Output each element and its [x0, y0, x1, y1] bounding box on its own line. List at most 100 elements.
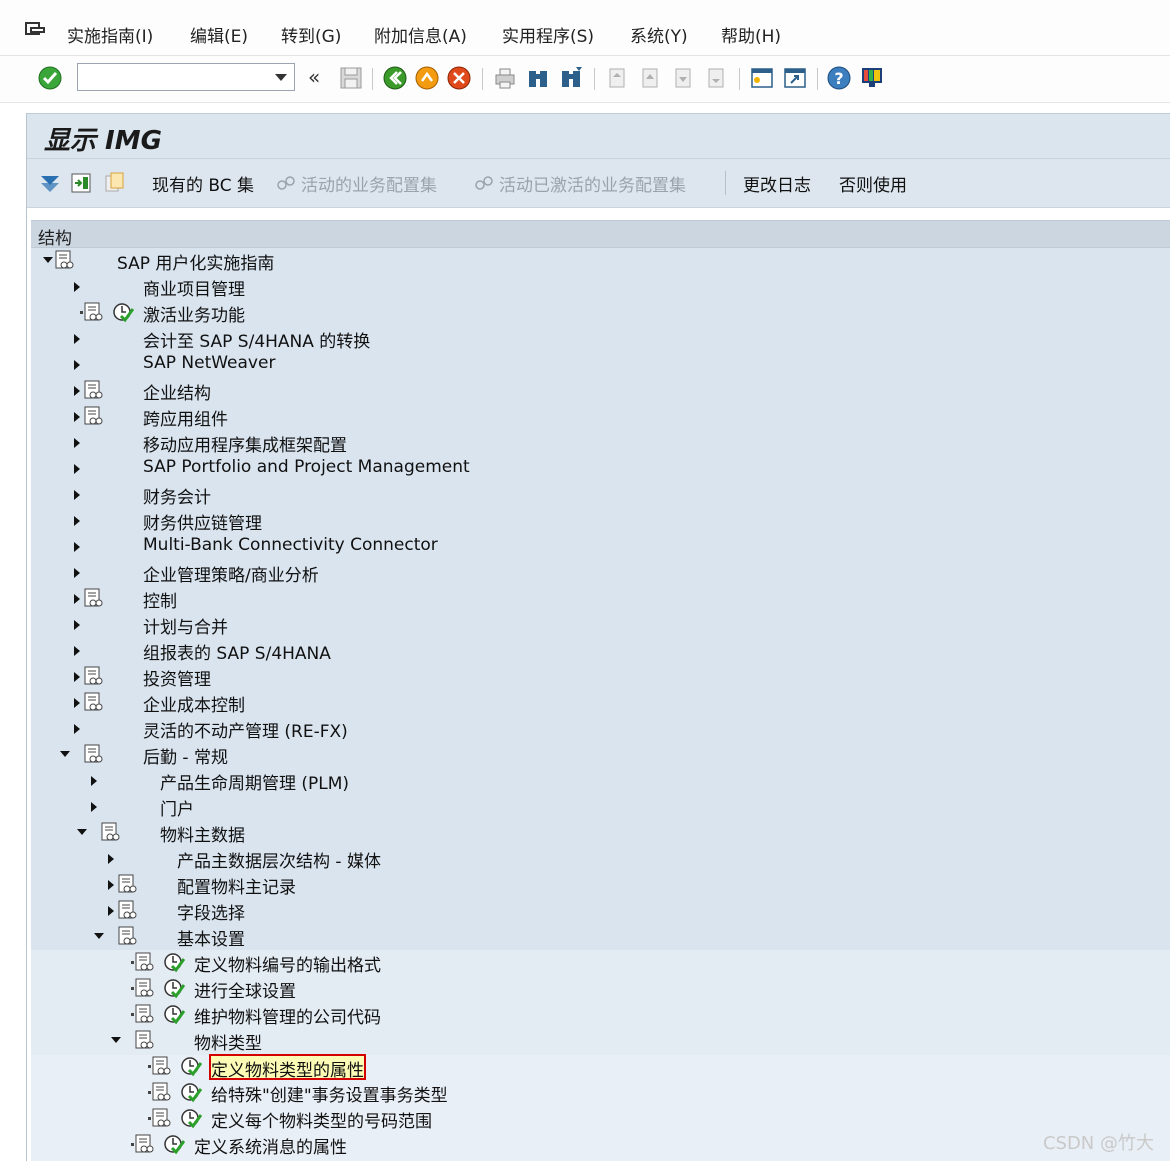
- tree-node[interactable]: Multi-Bank Connectivity Connector: [31, 533, 1170, 559]
- find-icon[interactable]: [525, 65, 551, 91]
- tree-node[interactable]: 会计至 SAP S/4HANA 的转换: [31, 325, 1170, 352]
- documentation-icon[interactable]: [152, 1056, 172, 1077]
- tree-node[interactable]: 计划与合并: [31, 611, 1170, 638]
- expand-node-icon[interactable]: [91, 802, 97, 812]
- expand-node-icon[interactable]: [74, 334, 80, 344]
- expand-node-icon[interactable]: [74, 594, 80, 604]
- help-icon[interactable]: ?: [826, 65, 852, 91]
- expand-node-icon[interactable]: [74, 542, 80, 552]
- tree-node[interactable]: 定义每个物料类型的号码范围: [31, 1105, 1170, 1132]
- back-icon[interactable]: [382, 65, 408, 91]
- tree-node[interactable]: 跨应用组件: [31, 403, 1170, 430]
- documentation-icon[interactable]: [84, 666, 104, 687]
- collapse-node-icon[interactable]: [60, 751, 70, 757]
- exit-icon[interactable]: [414, 65, 440, 91]
- expand-node-icon[interactable]: [74, 724, 80, 734]
- print-icon[interactable]: [492, 65, 518, 91]
- expand-node-icon[interactable]: [74, 464, 80, 474]
- execute-activity-icon[interactable]: [163, 1133, 186, 1155]
- expand-node-icon[interactable]: [108, 880, 114, 890]
- documentation-icon[interactable]: [152, 1108, 172, 1129]
- documentation-icon[interactable]: [135, 1030, 155, 1051]
- expand-node-icon[interactable]: [74, 568, 80, 578]
- documentation-icon[interactable]: [84, 406, 104, 427]
- tree-node[interactable]: 商业项目管理: [31, 273, 1170, 300]
- tree-node[interactable]: 维护物料管理的公司代码: [31, 1001, 1170, 1028]
- chevron-down-icon[interactable]: [275, 74, 287, 81]
- expand-node-icon[interactable]: [74, 282, 80, 292]
- enter-check-icon[interactable]: [37, 65, 63, 91]
- expand-node-icon[interactable]: [74, 516, 80, 526]
- change-log-button[interactable]: 更改日志: [743, 171, 811, 196]
- menu-extras[interactable]: 附加信息(A): [374, 22, 467, 47]
- collapse-node-icon[interactable]: [77, 829, 87, 835]
- tree-node[interactable]: SAP NetWeaver: [31, 351, 1170, 377]
- new-session-icon[interactable]: [749, 65, 775, 91]
- tree-node[interactable]: 定义系统消息的属性: [31, 1131, 1170, 1158]
- tree-node[interactable]: 物料主数据: [31, 819, 1170, 846]
- active-bc-sets-button[interactable]: 活动的业务配置集: [301, 171, 437, 196]
- documentation-icon[interactable]: [135, 952, 155, 973]
- save-icon[interactable]: [338, 65, 364, 91]
- find-next-icon[interactable]: [558, 65, 584, 91]
- last-page-icon[interactable]: [703, 65, 729, 91]
- execute-activity-icon[interactable]: [180, 1107, 203, 1129]
- expand-node-icon[interactable]: [74, 490, 80, 500]
- execute-activity-icon[interactable]: [163, 1003, 186, 1025]
- execute-activity-icon[interactable]: [180, 1055, 203, 1077]
- execute-activity-icon[interactable]: [163, 977, 186, 999]
- documentation-icon[interactable]: [55, 250, 75, 271]
- first-page-icon[interactable]: [604, 65, 630, 91]
- expand-node-icon[interactable]: [74, 386, 80, 396]
- expand-node-icon[interactable]: [74, 646, 80, 656]
- tree-node[interactable]: 投资管理: [31, 663, 1170, 690]
- selected-node-box[interactable]: 定义物料类型的属性: [209, 1054, 366, 1081]
- tree-node[interactable]: 进行全球设置: [31, 975, 1170, 1002]
- documentation-icon[interactable]: [84, 302, 104, 323]
- tree-node[interactable]: 物料类型: [31, 1027, 1170, 1054]
- documentation-icon[interactable]: [84, 692, 104, 713]
- active-activated-bc-sets-button[interactable]: 活动已激活的业务配置集: [499, 171, 686, 196]
- collapse-node-icon[interactable]: [43, 257, 53, 263]
- expand-node-icon[interactable]: [91, 776, 97, 786]
- menu-implementation-guide[interactable]: 实施指南(I): [67, 22, 153, 47]
- execute-activity-icon[interactable]: [180, 1081, 203, 1103]
- documentation-icon[interactable]: [152, 1082, 172, 1103]
- collapse-node-icon[interactable]: [111, 1037, 121, 1043]
- tree-node[interactable]: SAP Portfolio and Project Management: [31, 455, 1170, 481]
- expand-subtree-icon[interactable]: [38, 171, 62, 195]
- expand-node-icon[interactable]: [108, 906, 114, 916]
- execute-activity-icon[interactable]: [112, 301, 135, 323]
- tree-node[interactable]: 控制: [31, 585, 1170, 612]
- documentation-icon[interactable]: [69, 171, 93, 195]
- copy-structure-icon[interactable]: [102, 171, 126, 195]
- documentation-icon[interactable]: [135, 1134, 155, 1155]
- collapse-command-icon[interactable]: «: [308, 65, 320, 89]
- menu-goto[interactable]: 转到(G): [281, 22, 341, 47]
- documentation-icon[interactable]: [84, 744, 104, 765]
- cancel-icon[interactable]: [446, 65, 472, 91]
- expand-node-icon[interactable]: [74, 438, 80, 448]
- tree-node[interactable]: 定义物料类型的属性: [31, 1053, 1170, 1081]
- tree-node[interactable]: 激活业务功能: [31, 299, 1170, 326]
- tree-node[interactable]: SAP 用户化实施指南: [31, 247, 1170, 274]
- menu-system[interactable]: 系统(Y): [630, 22, 688, 47]
- menu-utilities[interactable]: 实用程序(S): [502, 22, 594, 47]
- command-field[interactable]: [77, 63, 295, 91]
- tree-node[interactable]: 组报表的 SAP S/4HANA: [31, 637, 1170, 664]
- tree-node[interactable]: 定义物料编号的输出格式: [31, 949, 1170, 976]
- menu-edit[interactable]: 编辑(E): [190, 22, 248, 47]
- tree-node[interactable]: 后勤 - 常规: [31, 741, 1170, 768]
- generate-shortcut-icon[interactable]: [782, 65, 808, 91]
- current-bc-set-button[interactable]: 现有的 BC 集: [152, 171, 254, 196]
- system-menu-icon[interactable]: [25, 22, 45, 40]
- tree-node[interactable]: 移动应用程序集成框架配置: [31, 429, 1170, 456]
- expand-node-icon[interactable]: [74, 412, 80, 422]
- tree-node[interactable]: 给特殊"创建"事务设置事务类型: [31, 1079, 1170, 1106]
- previous-page-icon[interactable]: [637, 65, 663, 91]
- tree-node[interactable]: 财务供应链管理: [31, 507, 1170, 534]
- expand-node-icon[interactable]: [108, 854, 114, 864]
- tree-node[interactable]: 企业管理策略/商业分析: [31, 559, 1170, 586]
- expand-node-icon[interactable]: [74, 620, 80, 630]
- documentation-icon[interactable]: [84, 588, 104, 609]
